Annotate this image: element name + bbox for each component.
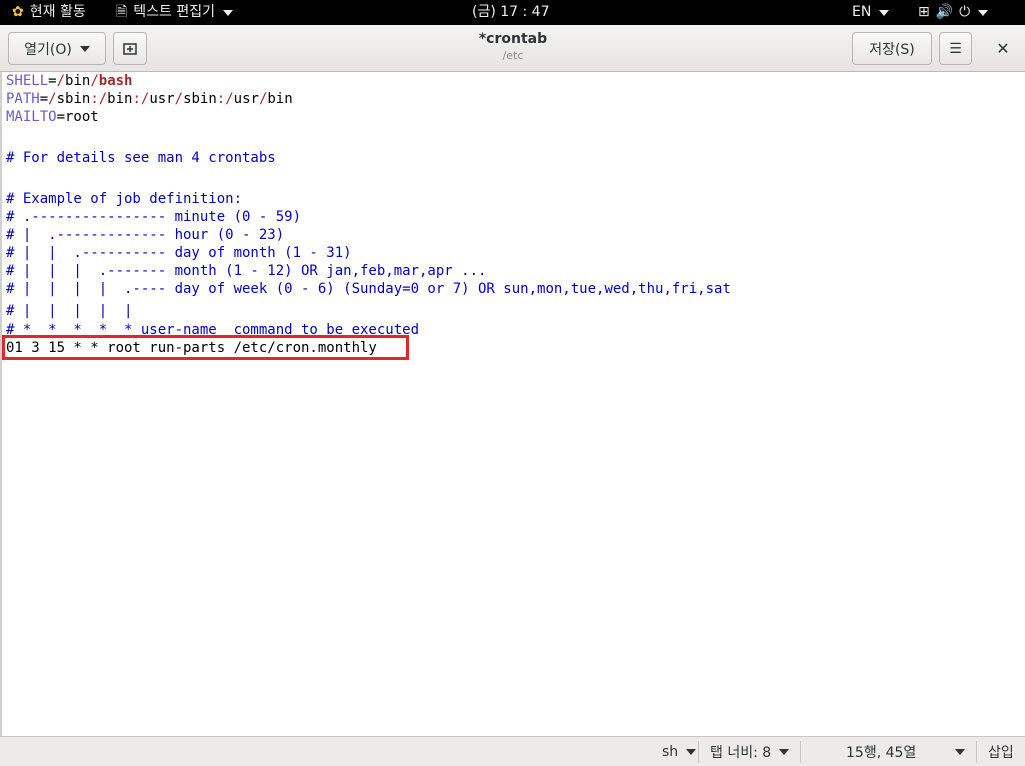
comment-line: # Example of job definition:	[6, 191, 243, 207]
status-bar: sh 탭 너비: 8 15행, 45열 삽입	[0, 736, 1025, 766]
code-line: SHELL=/bin/bash	[6, 72, 132, 90]
comment-line: # .---------------- minute (0 - 59)	[6, 209, 302, 225]
close-window-button[interactable]: ✕	[990, 35, 1016, 61]
app-menu-label: 텍스트 편집기	[133, 4, 215, 20]
code-line: PATH=/sbin:/bin:/usr/sbin:/usr/bin	[6, 90, 293, 108]
highlight-box	[2, 335, 409, 360]
chevron-down-icon	[955, 749, 965, 755]
new-document-icon	[123, 42, 137, 55]
clock[interactable]: (금) 17 : 47	[472, 0, 550, 25]
tab-width-selector[interactable]: 탭 너비: 8	[710, 737, 790, 766]
variable-value: =/sbin:/bin:/usr/sbin:/usr/bin	[39, 91, 293, 107]
comment-line: # | | | | .---- day of week (0 - 6) (Sun…	[6, 281, 731, 297]
tab-width-label: 탭 너비: 8	[710, 745, 772, 761]
chevron-down-icon	[79, 45, 90, 52]
open-button-label: 열기(O)	[24, 41, 72, 58]
text-editor-area[interactable]: SHELL=/bin/bash PATH=/sbin:/bin:/usr/sbi…	[0, 72, 1025, 736]
close-icon: ✕	[996, 38, 1010, 58]
document-title: *crontab	[478, 31, 548, 47]
variable-name: SHELL	[6, 73, 49, 89]
text-editor-icon: 🗎	[116, 4, 128, 20]
divider	[800, 741, 801, 763]
open-button[interactable]: 열기(O)	[8, 32, 106, 65]
comment-line: # | .------------- hour (0 - 23)	[6, 227, 285, 243]
code-line: MAILTO=root	[6, 108, 99, 126]
variable-name: MAILTO	[6, 109, 57, 125]
cursor-position-dropdown[interactable]	[955, 737, 965, 766]
header-bar: 열기(O) *crontab /etc 저장(S) ☰ ✕	[0, 25, 1025, 72]
save-button-label: 저장(S)	[869, 41, 915, 58]
chevron-down-icon	[879, 9, 890, 16]
window-title: *crontab /etc	[413, 31, 613, 62]
hamburger-menu-button[interactable]: ☰	[939, 32, 972, 65]
chevron-down-icon	[779, 749, 790, 755]
language-mode-label: sh	[662, 744, 679, 760]
chevron-down-icon	[686, 749, 697, 755]
system-top-bar: ✿ 현재 활동 🗎 텍스트 편집기 (금) 17 : 47 EN ⊞ 🔊 ⏻	[0, 0, 1025, 25]
chevron-down-icon	[223, 9, 233, 16]
divider	[976, 741, 977, 763]
hamburger-icon: ☰	[949, 40, 962, 57]
comment-line: # | | | .------- month (1 - 12) OR jan,f…	[6, 263, 487, 279]
system-menu[interactable]: ⊞ 🔊 ⏻	[918, 0, 989, 25]
activities-label: 현재 활동	[29, 4, 86, 20]
app-menu[interactable]: 🗎 텍스트 편집기	[116, 0, 233, 25]
variable-value: =root	[56, 109, 99, 125]
activities-button[interactable]: ✿ 현재 활동	[12, 0, 86, 25]
insert-mode-indicator[interactable]: 삽입	[988, 737, 1014, 766]
insert-mode-label: 삽입	[988, 745, 1014, 761]
cursor-position[interactable]: 15행, 45열	[846, 737, 916, 766]
document-path: /etc	[502, 49, 524, 62]
language-selector[interactable]: sh	[662, 737, 697, 766]
chevron-down-icon	[978, 9, 989, 16]
comment-line: # | | | | |	[6, 303, 133, 319]
network-icon: ⊞	[918, 4, 930, 20]
variable-name: PATH	[6, 91, 40, 107]
language-label: EN	[852, 4, 872, 20]
divider	[698, 741, 699, 763]
save-button[interactable]: 저장(S)	[852, 32, 932, 65]
comment-line: # For details see man 4 crontabs	[6, 150, 276, 166]
cursor-position-label: 15행, 45열	[846, 745, 917, 761]
variable-value: =/bin/bash	[48, 73, 133, 89]
volume-icon: 🔊	[935, 4, 954, 20]
gnome-foot-icon: ✿	[12, 4, 24, 20]
language-indicator[interactable]: EN	[852, 0, 890, 25]
comment-line: # | | .---------- day of month (1 - 31)	[6, 245, 352, 261]
power-icon: ⏻	[959, 4, 971, 20]
new-document-button[interactable]	[113, 32, 147, 65]
